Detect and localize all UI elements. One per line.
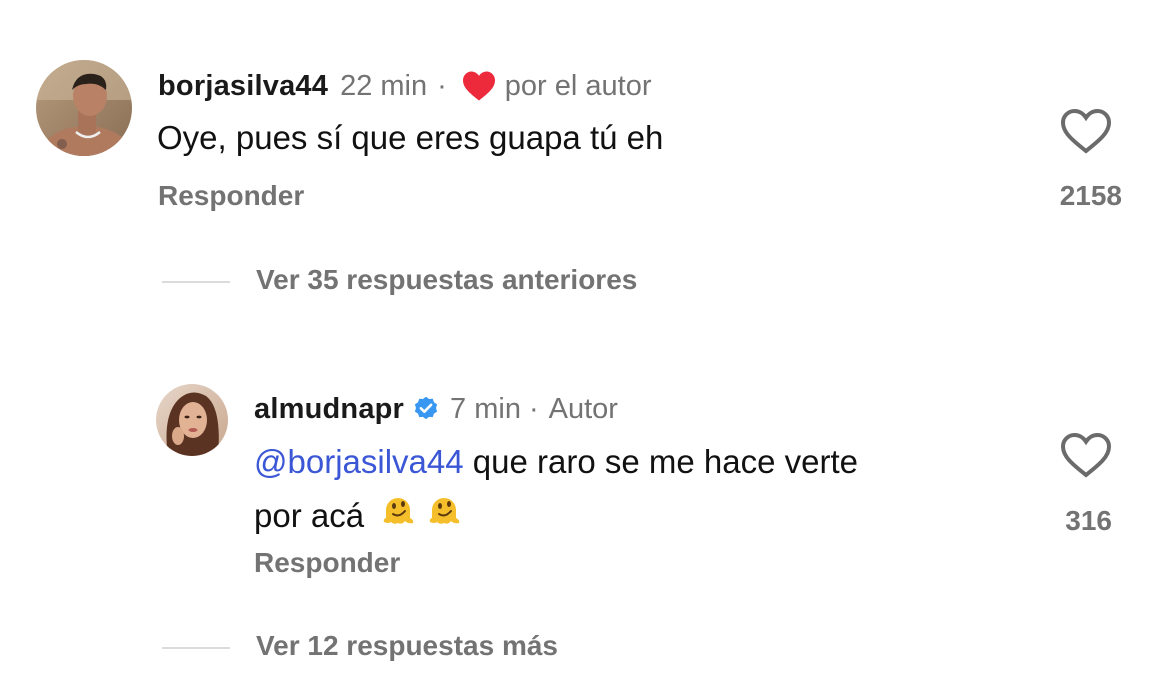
reply-button[interactable]: Responder [254, 547, 400, 579]
like-count: 316 [1065, 505, 1112, 536]
author-badge: Autor [548, 392, 618, 425]
verified-badge-icon [412, 395, 440, 423]
like-count: 2158 [1059, 180, 1122, 211]
avatar-borjasilva44[interactable] [36, 60, 132, 156]
avatar-almudnapr[interactable] [156, 384, 228, 456]
view-more-replies-button[interactable]: Ver 12 respuestas más [256, 630, 558, 662]
melting-face-emoji [378, 488, 418, 543]
comment-text: Oye, pues sí que eres guapa tú eh [157, 119, 664, 156]
comment-username[interactable]: almudnapr [254, 393, 404, 426]
reply-button[interactable]: Responder [158, 180, 304, 212]
comment-time: 7 min [450, 392, 521, 425]
liked-by-author-label: por el autor [504, 69, 652, 102]
heart-filled-icon [461, 70, 497, 102]
comment-username[interactable]: borjasilva44 [158, 70, 328, 103]
melting-face-emoji [424, 488, 464, 543]
thread-divider [162, 647, 230, 649]
meta-separator: · [437, 69, 447, 102]
heart-outline-icon[interactable] [1060, 432, 1112, 478]
meta-separator: · [528, 392, 539, 425]
thread-divider [162, 281, 230, 283]
comment-text-line1: que raro se me hace verte [463, 443, 858, 480]
view-previous-replies-button[interactable]: Ver 35 respuestas anteriores [256, 264, 637, 296]
comment-text-line2: por acá [254, 496, 365, 534]
heart-outline-icon[interactable] [1060, 108, 1112, 154]
mention-link[interactable]: @borjasilva44 [254, 443, 464, 480]
comment-time: 22 min [340, 69, 428, 102]
